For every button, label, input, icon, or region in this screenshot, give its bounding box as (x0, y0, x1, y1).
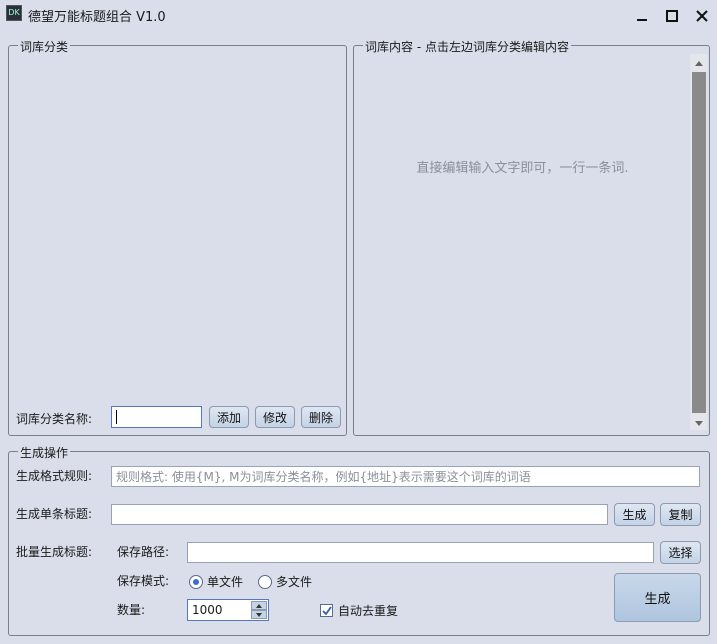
app-icon: DK (6, 5, 22, 21)
count-increment-button[interactable] (251, 601, 267, 610)
copy-button[interactable]: 复制 (660, 503, 701, 526)
format-rule-placeholder: 规则格式: 使用{M}, M为词库分类名称，例如{地址}表示需要这个词库的词语 (116, 470, 531, 484)
maximize-icon (666, 10, 678, 22)
count-decrement-button[interactable] (251, 610, 267, 619)
content-group-title: 词库内容 - 点击左边词库分类编辑内容 (363, 38, 571, 55)
add-category-button[interactable]: 添加 (209, 406, 249, 428)
arrow-down-icon (256, 612, 262, 617)
close-button[interactable] (688, 4, 716, 28)
save-path-label: 保存路径: (117, 545, 170, 559)
dedupe-option[interactable]: 自动去重复 (320, 602, 398, 619)
count-value: 1000 (192, 603, 223, 617)
generate-group-title: 生成操作 (18, 444, 71, 461)
content-textarea[interactable] (357, 54, 687, 430)
save-path-input[interactable] (187, 542, 654, 563)
single-generate-button[interactable]: 生成 (614, 503, 655, 526)
delete-category-button[interactable]: 删除 (301, 406, 341, 428)
edit-category-button[interactable]: 修改 (255, 406, 295, 428)
dedupe-checkbox[interactable] (320, 604, 333, 617)
scroll-down-button[interactable] (692, 416, 705, 430)
category-group-title: 词库分类 (18, 38, 71, 55)
arrow-down-icon (694, 420, 703, 426)
count-label: 数量: (117, 603, 146, 617)
mode-multi-radio[interactable] (258, 574, 272, 589)
arrow-up-icon (694, 60, 703, 66)
close-icon (696, 10, 708, 22)
category-name-input[interactable] (111, 406, 202, 428)
maximize-button[interactable] (658, 4, 686, 28)
format-rule-input[interactable]: 规则格式: 使用{M}, M为词库分类名称，例如{地址}表示需要这个词库的词语 (111, 466, 700, 487)
save-mode-label: 保存模式: (117, 574, 170, 588)
choose-path-button[interactable]: 选择 (660, 541, 701, 564)
mode-multi-label: 多文件 (276, 575, 313, 589)
category-name-label: 词库分类名称: (16, 412, 93, 426)
arrow-up-icon (256, 603, 262, 608)
mode-multi-option[interactable]: 多文件 (258, 573, 312, 590)
scrollbar-thumb[interactable] (692, 72, 706, 413)
batch-title-label: 批量生成标题: (16, 545, 93, 559)
content-hint: 直接编辑输入文字即可，一行一条词. (416, 161, 629, 176)
checkmark-icon (321, 605, 332, 615)
single-title-label: 生成单条标题: (16, 507, 93, 521)
minimize-icon (637, 19, 647, 21)
radio-selected-dot (193, 578, 199, 585)
mode-single-label: 单文件 (207, 575, 244, 589)
window-title: 德望万能标题组合 V1.0 (28, 10, 166, 25)
category-list[interactable] (12, 54, 343, 394)
scroll-up-button[interactable] (692, 56, 705, 70)
mode-single-option[interactable]: 单文件 (189, 573, 243, 590)
minimize-button[interactable] (628, 4, 656, 28)
format-rule-label: 生成格式规则: (16, 469, 93, 483)
batch-generate-button[interactable]: 生成 (614, 573, 701, 622)
dedupe-label: 自动去重复 (338, 604, 399, 618)
text-cursor (116, 410, 117, 424)
single-title-input[interactable] (111, 504, 608, 525)
mode-single-radio[interactable] (189, 574, 203, 589)
